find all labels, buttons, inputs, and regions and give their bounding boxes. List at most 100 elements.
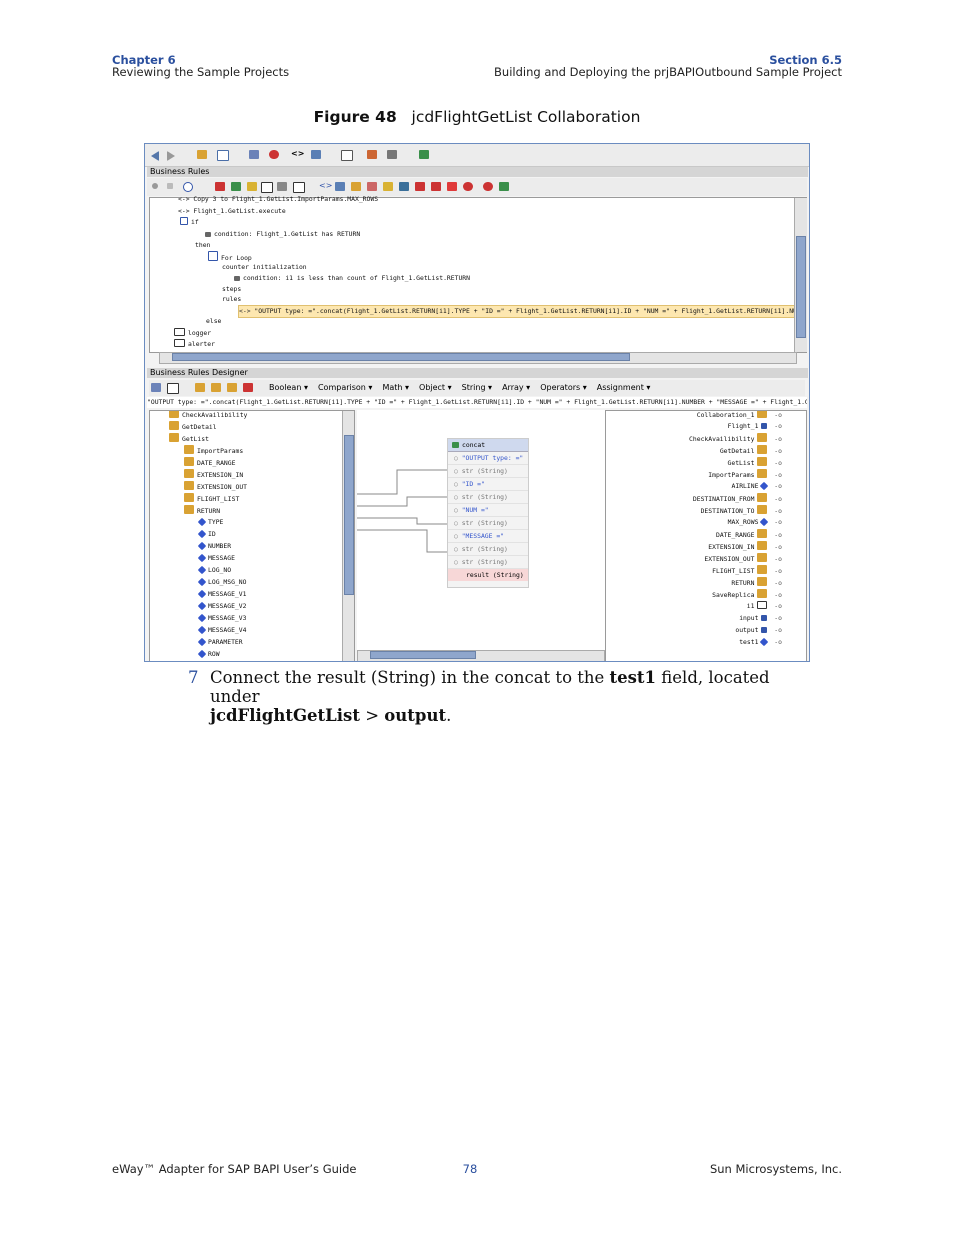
input-port-icon[interactable]: ○ [454,532,462,540]
open-folder-icon[interactable] [197,150,207,159]
designer-copy-icon[interactable] [227,383,237,392]
destination-tree-item[interactable]: RETURN -o [731,577,782,589]
connector-port-icon[interactable]: -o [770,411,782,419]
canvas-hscroll-thumb[interactable] [370,651,476,659]
rule-if[interactable]: if [180,217,199,228]
designer-load-icon[interactable] [211,383,221,392]
rule-execute[interactable]: <-> Flight_1.GetList.execute [178,206,286,217]
tag-icon[interactable] [277,182,287,191]
input-port-icon[interactable]: ○ [454,467,462,475]
rules-horizontal-scrollbar[interactable] [159,352,797,364]
source-tree-item[interactable]: MESSAGE_V3 [197,613,246,624]
source-tree-item[interactable]: PARAMETER [197,637,243,648]
connector-port-icon[interactable]: -o [770,555,782,563]
destination-tree-item[interactable]: FLIGHT_LIST -o [712,565,782,577]
connector-port-icon[interactable]: -o [770,459,782,467]
edit-icon[interactable] [217,150,229,161]
arrow-icon[interactable] [167,183,173,189]
concat-title[interactable]: concat [448,439,528,452]
menu-boolean[interactable]: Boolean ▾ [269,383,308,392]
source-tree-item[interactable]: FLIGHT_LIST [184,493,239,505]
connector-port-icon[interactable]: -o [770,507,782,515]
input-port-icon[interactable]: ○ [454,480,462,488]
connector-port-icon[interactable]: -o [770,614,782,622]
rule-alerter[interactable]: alerter [174,339,215,350]
stop-icon[interactable] [463,182,473,191]
menu-math[interactable]: Math ▾ [382,383,409,392]
warning-icon[interactable] [447,182,457,191]
destination-tree-item[interactable]: Collaboration_1 -o [697,411,782,421]
rules-hscroll-thumb[interactable] [172,353,630,361]
field-icon[interactable] [261,182,273,193]
source-tree-item[interactable]: DATE_RANGE [184,457,235,469]
source-code-icon[interactable]: <> [291,149,304,158]
source-tree-item[interactable]: GetDetail [169,421,217,433]
source-tree-item[interactable]: EXTENSION_OUT [184,481,247,493]
concat-input-row[interactable]: ○ str (String) [448,465,528,478]
test-icon[interactable] [387,150,397,159]
concat-input-row[interactable]: ○ "ID =" [448,478,528,491]
connector-port-icon[interactable]: -o [770,638,782,646]
source-scroll-thumb[interactable] [344,435,354,595]
source-tree-item[interactable]: LOG_NO [197,565,231,576]
return-icon[interactable] [399,182,409,191]
source-tree-item[interactable]: MESSAGE [197,553,235,564]
rule-logger[interactable]: logger [174,328,211,339]
rules-scroll-thumb[interactable] [796,236,806,338]
connector-port-icon[interactable]: -o [770,471,782,479]
destination-tree-item[interactable]: MAX_ROWS -o [728,517,782,528]
destination-tree-item[interactable]: AIRLINE -o [732,481,782,492]
condition-icon[interactable] [247,182,257,191]
connector-port-icon[interactable]: -o [770,602,782,610]
connector-port-icon[interactable]: -o [770,447,782,455]
input-port-icon[interactable]: ○ [454,558,462,566]
destination-tree-item[interactable]: GetDetail -o [720,445,782,457]
input-port-icon[interactable]: ○ [454,493,462,501]
expression-bar[interactable]: "OUTPUT type: =".concat(Flight_1.GetList… [147,397,807,408]
literal-icon[interactable] [231,182,241,191]
run-icon[interactable] [269,150,279,159]
source-tree-item[interactable]: MESSAGE_V2 [197,601,246,612]
connector-port-icon[interactable]: -o [770,482,782,490]
case-icon[interactable] [383,182,393,191]
connector-port-icon[interactable]: -o [770,422,782,430]
menu-object[interactable]: Object ▾ [419,383,452,392]
rules-vertical-scrollbar[interactable] [794,198,807,352]
pin-icon[interactable] [152,183,158,189]
rule-then[interactable]: then [195,240,210,251]
import-icon[interactable] [419,150,429,159]
destination-tree-item[interactable]: input -o [739,613,782,624]
input-port-icon[interactable]: ○ [454,506,462,514]
source-tree-item[interactable]: NUMBER [197,541,231,552]
destination-tree-item[interactable]: i1 -o [747,601,782,612]
rule-copy[interactable]: <-> Copy 3 to Flight_1.GetList.ImportPar… [178,194,378,205]
split-view-icon[interactable] [341,150,353,161]
menu-operators[interactable]: Operators ▾ [540,383,587,392]
connector-port-icon[interactable]: -o [770,591,782,599]
input-port-icon[interactable]: ○ [454,545,462,553]
destination-tree-item[interactable]: output -o [735,625,782,636]
input-port-icon[interactable]: ○ [454,519,462,527]
validate-icon[interactable] [311,150,321,159]
concat-input-row[interactable]: ○ "NUM =" [448,504,528,517]
source-tree-item[interactable]: CheckAvailibility [169,411,247,421]
catch-icon[interactable] [431,182,441,191]
concat-result[interactable]: result (String) [448,569,528,581]
destination-tree-item[interactable]: CheckAvailibility -o [689,433,782,445]
connector-port-icon[interactable]: -o [770,579,782,587]
designer-delete-icon[interactable] [243,383,253,392]
source-tree-item[interactable]: MESSAGE_V1 [197,589,246,600]
find-icon[interactable] [183,182,193,192]
destination-tree-item[interactable]: SaveReplica -o [712,589,782,601]
source-tree-item[interactable]: ROW [197,649,220,660]
destination-tree-item[interactable]: DESTINATION_TO -o [701,505,782,517]
menu-assignment[interactable]: Assignment ▾ [597,383,651,392]
source-tree-item[interactable]: ImportParams [184,445,243,457]
map-icon[interactable] [249,150,259,159]
connector-port-icon[interactable]: -o [770,518,782,526]
rule-icon[interactable] [215,182,225,191]
check-icon[interactable] [367,150,377,159]
destination-tree-item[interactable]: test1 -o [739,637,782,648]
method-icon[interactable]: <> [319,181,332,190]
destination-tree-item[interactable]: EXTENSION_OUT -o [704,553,782,565]
